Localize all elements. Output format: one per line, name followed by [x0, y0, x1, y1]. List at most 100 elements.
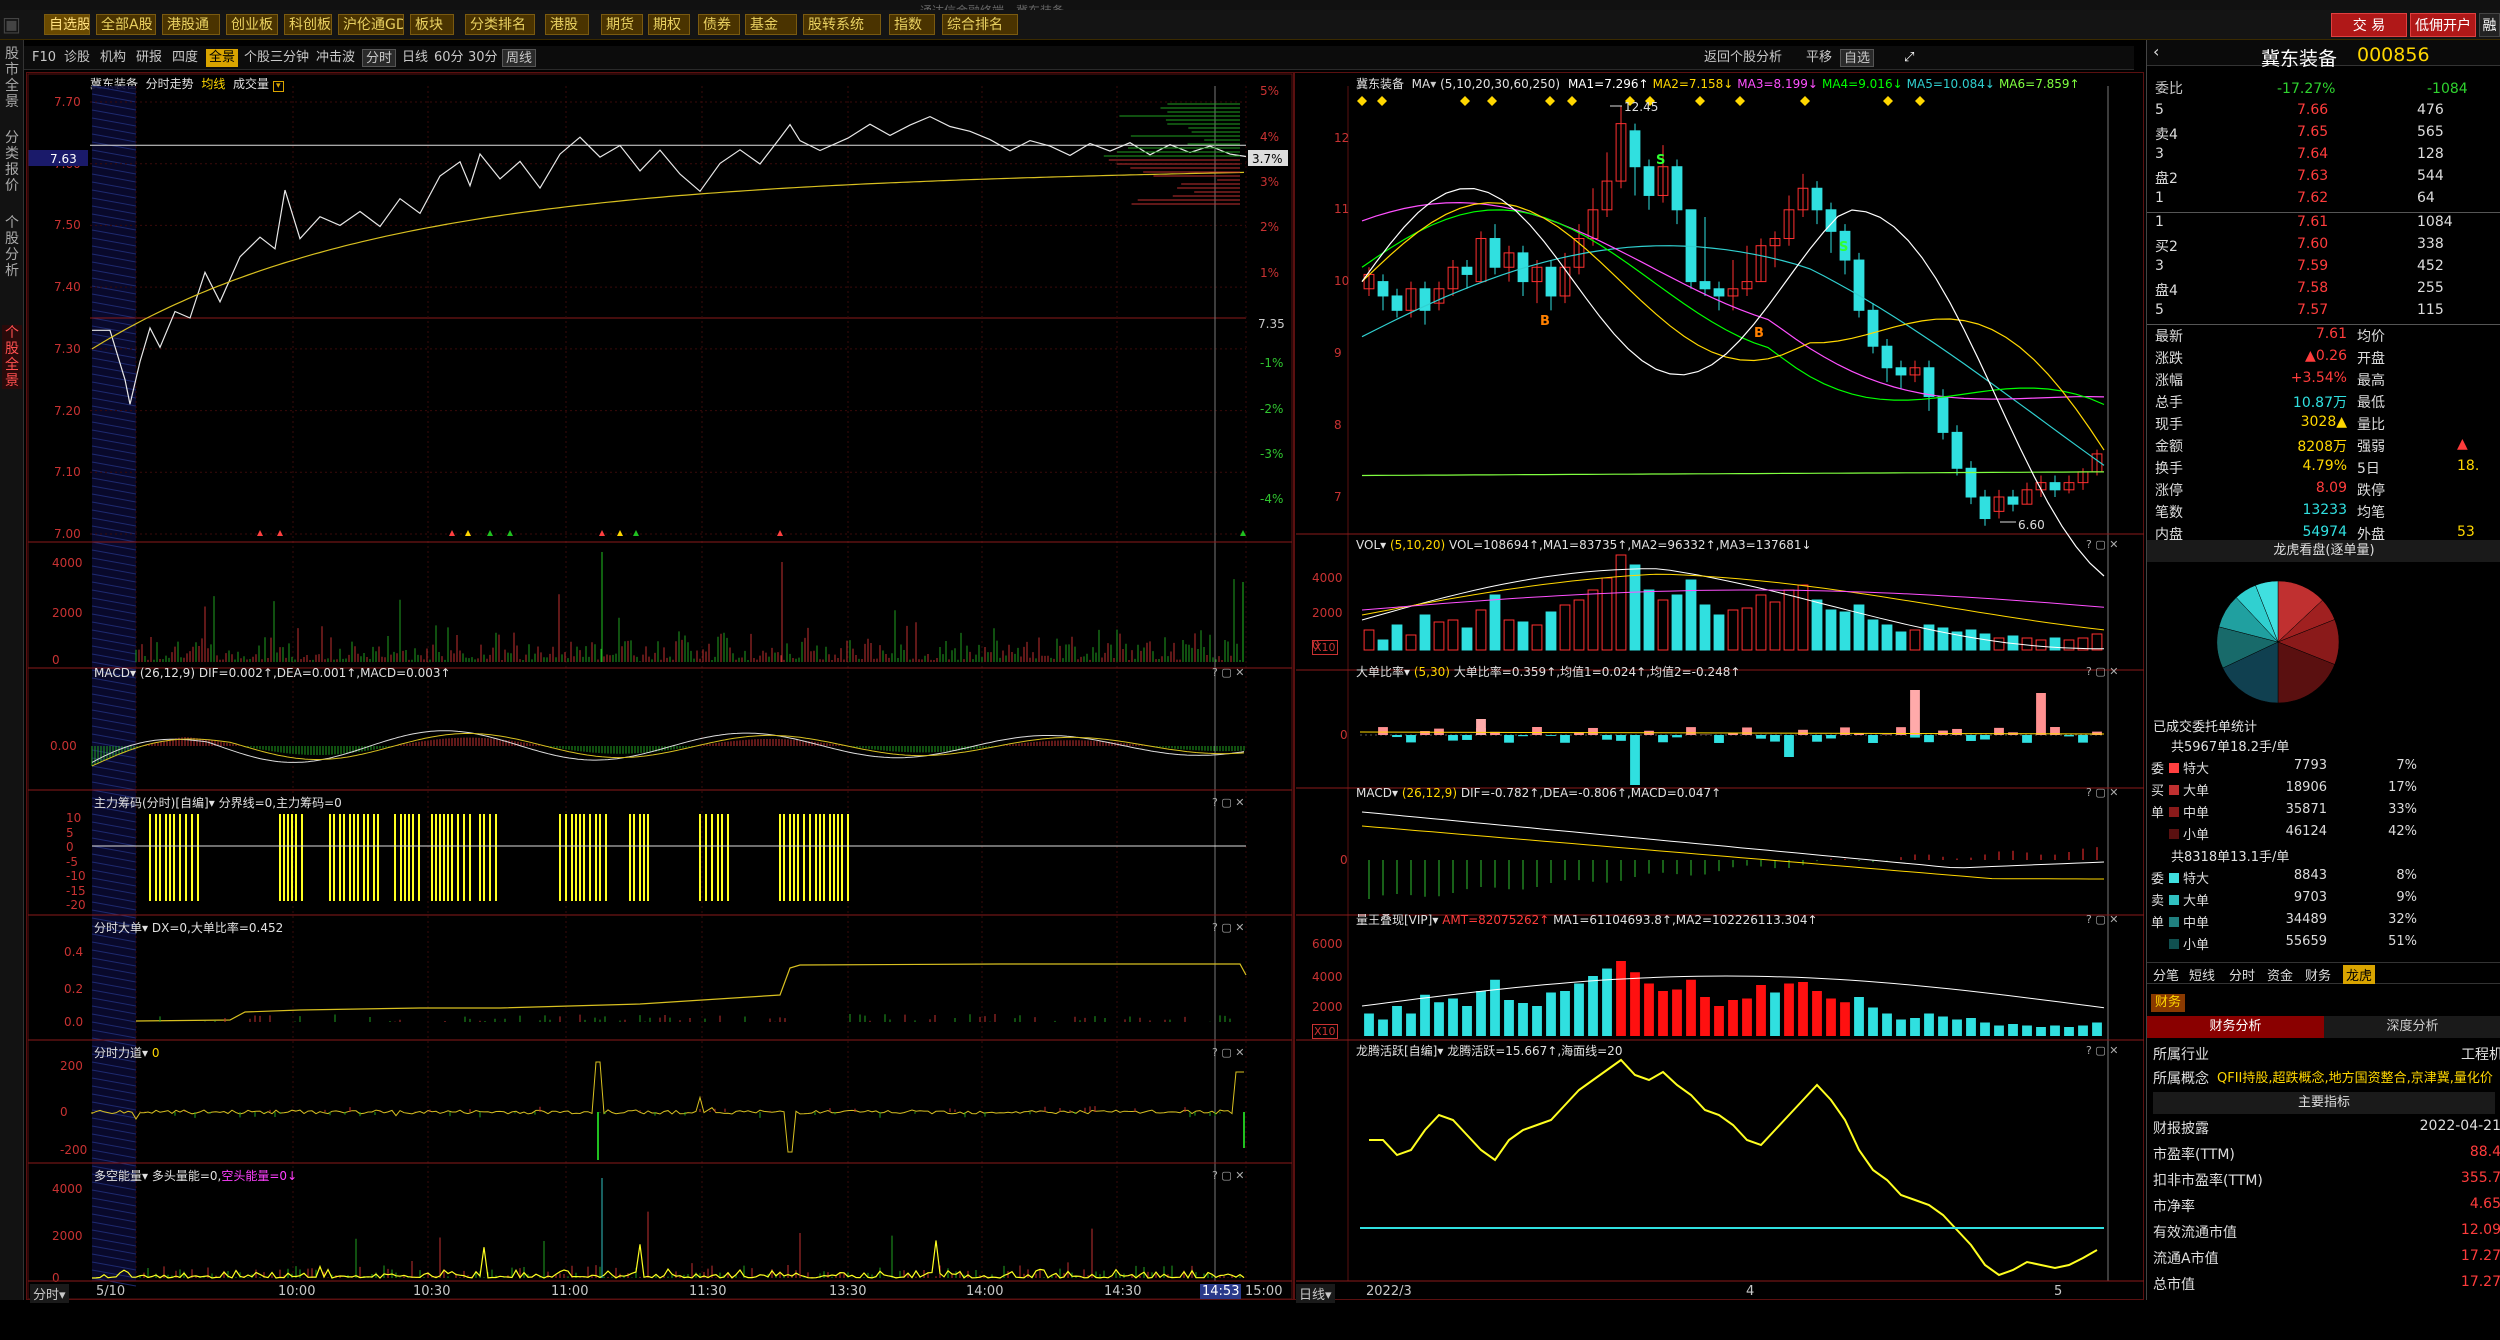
- order-side: 委: [2151, 868, 2164, 887]
- indicator-name[interactable]: 龙腾活跃[自编]: [1356, 1044, 1437, 1058]
- legend-swatch: [2169, 873, 2179, 883]
- order-pct: 32%: [2377, 912, 2417, 927]
- indicator-name[interactable]: 量王叠现[VIP]: [1356, 913, 1432, 927]
- fin-value: 17.27: [2407, 1248, 2500, 1264]
- order-side: 单: [2151, 912, 2164, 931]
- fin-label: 市盈率(TTM): [2153, 1144, 2235, 1164]
- legend-swatch: [2169, 917, 2179, 927]
- daily-x-label: 4: [1746, 1284, 1754, 1299]
- fin-value: 12.09: [2407, 1222, 2500, 1238]
- fin-value: 355.7: [2407, 1170, 2500, 1186]
- deep-analysis-tab[interactable]: 深度分析: [2324, 1016, 2500, 1038]
- order-type: 大单: [2183, 780, 2209, 799]
- qw-unit: X10: [1312, 1024, 1338, 1039]
- daily-chart: [0, 0, 2500, 1300]
- order-type: 特大: [2183, 868, 2209, 887]
- main-index-header: 主要指标: [2153, 1092, 2495, 1114]
- order-type: 中单: [2183, 912, 2209, 931]
- panel-controls[interactable]: ? ▢ ✕: [2086, 538, 2118, 551]
- daily-x-label: 2022/3: [1366, 1284, 1412, 1299]
- concept-label: 所属概念: [2153, 1068, 2209, 1090]
- daily-price-tick: 11: [1334, 203, 1349, 215]
- qw-tick: 2000: [1312, 1001, 1343, 1013]
- fin-label: 财报披露: [2153, 1118, 2209, 1138]
- panel-controls[interactable]: ? ▢ ✕: [2086, 913, 2118, 926]
- indicator-values: VOL=108694↑,MA1=83735↑,MA2=96332↑,MA3=13…: [1449, 538, 1812, 552]
- right-tab-0[interactable]: 分笔: [2153, 965, 2179, 984]
- industry-label: 所属行业: [2153, 1044, 2209, 1066]
- legend-swatch: [2169, 829, 2179, 839]
- daily-price-tick: 9: [1334, 347, 1342, 359]
- quote-panel: ‹ 冀东装备 000856 委比 -17.27% -1084 57.66476卖…: [2146, 40, 2500, 1300]
- order-side: 买: [2151, 780, 2164, 799]
- fin-label: 有效流通市值: [2153, 1222, 2237, 1242]
- industry-value: 工程机: [2461, 1044, 2500, 1066]
- concept-value: QFII持股,超跌概念,地方国资整合,京津冀,量化价: [2217, 1068, 2500, 1090]
- indicator-params: (5,30): [1414, 665, 1450, 679]
- daily-sub-title-2: MACD▾ (26,12,9) DIF=-0.782↑,DEA=-0.806↑,…: [1356, 786, 1721, 800]
- panel-controls[interactable]: ? ▢ ✕: [2086, 1044, 2118, 1057]
- order-pct: 7%: [2377, 758, 2417, 773]
- daily-bottom-tab[interactable]: 日线▾: [1296, 1284, 1335, 1303]
- fin-label: 市净率: [2153, 1196, 2195, 1216]
- order-pct: 51%: [2377, 934, 2417, 949]
- indicator-name[interactable]: 大单比率: [1356, 665, 1404, 679]
- daily-sub-title-0: VOL▾ (5,10,20) VOL=108694↑,MA1=83735↑,MA…: [1356, 538, 1812, 552]
- indicator-name[interactable]: MACD: [1356, 786, 1392, 800]
- daily-sub-title-1: 大单比率▾ (5,30) 大单比率=0.359↑,均值1=0.024↑,均值2=…: [1356, 665, 1740, 679]
- order-count: 55659: [2267, 934, 2327, 949]
- order-pct: 8%: [2377, 868, 2417, 883]
- daily-price-tick: 7: [1334, 491, 1342, 503]
- right-tab-4[interactable]: 财务: [2305, 965, 2331, 984]
- order-pct: 42%: [2377, 824, 2417, 839]
- panel-controls[interactable]: ? ▢ ✕: [2086, 786, 2118, 799]
- daily-sub-title-3: 量王叠现[VIP]▾ AMT=82075262↑ MA1=61104693.8↑…: [1356, 913, 1818, 927]
- legend-swatch: [2169, 785, 2179, 795]
- order-pct: 17%: [2377, 780, 2417, 795]
- vol-tick: 2000: [1312, 607, 1343, 619]
- order-count: 46124: [2267, 824, 2327, 839]
- order-type: 小单: [2183, 934, 2209, 953]
- signal-1: S: [1839, 240, 1848, 255]
- signal-3: B: [1754, 326, 1764, 341]
- fin-label: 扣非市盈率(TTM): [2153, 1170, 2263, 1190]
- fin-label: 总市值: [2153, 1274, 2195, 1294]
- daily-macd-tick: 0: [1340, 854, 1348, 866]
- order-stats-title: 已成交委托单统计: [2153, 717, 2257, 739]
- daily-price-tick: 8: [1334, 419, 1342, 431]
- indicator-values: 龙腾活跃=15.667↑,海面线=20: [1447, 1044, 1622, 1058]
- high-label: 12.45: [1624, 100, 1658, 114]
- right-tab-5[interactable]: 龙虎: [2343, 965, 2375, 984]
- signal-0: S: [1656, 153, 1665, 168]
- indicator-name[interactable]: VOL: [1356, 538, 1380, 552]
- right-tab-3[interactable]: 资金: [2267, 965, 2293, 984]
- order-side: 卖: [2151, 890, 2164, 909]
- order-type: 中单: [2183, 802, 2209, 821]
- fin-value: 2022-04-21: [2407, 1118, 2500, 1134]
- fin-value: 17.27: [2407, 1274, 2500, 1290]
- vol-tick: 4000: [1312, 572, 1343, 584]
- order-count: 18906: [2267, 780, 2327, 795]
- vol-unit: X10: [1312, 640, 1338, 655]
- qw-tick: 6000: [1312, 938, 1343, 950]
- indicator-values: MA1=61104693.8↑,MA2=102226113.304↑: [1553, 913, 1817, 927]
- right-tab-1[interactable]: 短线: [2189, 965, 2215, 984]
- indicator-params: (5,10,20): [1390, 538, 1445, 552]
- order-count: 34489: [2267, 912, 2327, 927]
- order-side: 委: [2151, 758, 2164, 777]
- finance-tab[interactable]: 财务: [2151, 994, 2185, 1012]
- low-label: 6.60: [2018, 518, 2045, 532]
- panel-controls[interactable]: ? ▢ ✕: [2086, 665, 2118, 678]
- indicator-params: (26,12,9): [1402, 786, 1457, 800]
- indicator-values: DIF=-0.782↑,DEA=-0.806↑,MACD=0.047↑: [1461, 786, 1721, 800]
- order-count: 9703: [2267, 890, 2327, 905]
- legend-swatch: [2169, 763, 2179, 773]
- daily-sub-title-4: 龙腾活跃[自编]▾ 龙腾活跃=15.667↑,海面线=20: [1356, 1044, 1622, 1058]
- daily-price-tick: 10: [1334, 275, 1349, 287]
- order-count: 8843: [2267, 868, 2327, 883]
- order-count: 35871: [2267, 802, 2327, 817]
- fin-analysis-tab[interactable]: 财务分析: [2147, 1016, 2324, 1038]
- sell-total: 共8318单13.1手/单: [2171, 847, 2289, 869]
- right-tab-2[interactable]: 分时: [2229, 965, 2255, 984]
- daily-price-tick: 12: [1334, 132, 1349, 144]
